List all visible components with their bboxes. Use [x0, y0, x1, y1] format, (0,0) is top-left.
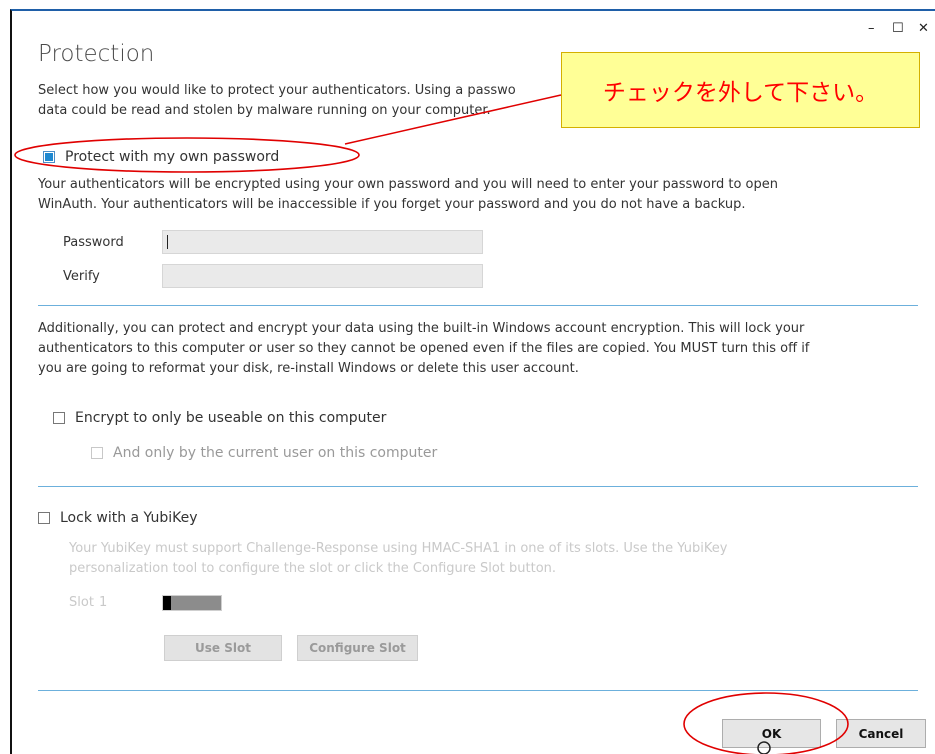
slot-value: 1	[99, 595, 108, 610]
section-divider	[38, 305, 918, 306]
intro-text-line1: Select how you would like to protect you…	[38, 83, 516, 98]
windows-description-line3: you are going to reformat your disk, re-…	[38, 361, 579, 376]
minimize-icon[interactable]: –	[868, 21, 875, 37]
cancel-button[interactable]: Cancel	[836, 719, 926, 748]
password-description-line1: Your authenticators will be encrypted us…	[38, 177, 779, 192]
text-caret	[167, 235, 168, 249]
verify-label: Verify	[63, 269, 100, 284]
encrypt-computer-checkbox[interactable]	[53, 412, 65, 424]
yubikey-checkbox[interactable]	[38, 512, 50, 524]
use-slot-button[interactable]: Use Slot	[164, 635, 282, 661]
section-divider	[38, 486, 918, 487]
annotation-callout: チェックを外して下さい。	[561, 52, 920, 128]
intro-text-line2: data could be read and stolen by malware…	[38, 103, 491, 118]
close-icon[interactable]: ✕	[918, 21, 929, 37]
verify-field[interactable]	[162, 264, 483, 288]
windows-description-line1: Additionally, you can protect and encryp…	[38, 321, 805, 336]
yubikey-description-line1: Your YubiKey must support Challenge-Resp…	[69, 541, 728, 556]
protect-password-checkbox[interactable]	[43, 151, 55, 163]
slot-slider-thumb[interactable]	[163, 596, 171, 610]
yubikey-description-line2: personalization tool to configure the sl…	[69, 561, 557, 576]
slot-label: Slot	[69, 595, 94, 610]
yubikey-label[interactable]: Lock with a YubiKey	[60, 509, 198, 527]
ok-button[interactable]: OK	[722, 719, 821, 748]
configure-slot-button[interactable]: Configure Slot	[297, 635, 418, 661]
current-user-checkbox[interactable]	[91, 447, 103, 459]
password-field[interactable]	[162, 230, 483, 254]
slot-slider[interactable]	[162, 595, 222, 611]
protect-password-label[interactable]: Protect with my own password	[65, 148, 279, 166]
password-description-line2: WinAuth. Your authenticators will be ina…	[38, 197, 746, 212]
windows-description-line2: authenticators to this computer or user …	[38, 341, 810, 356]
current-user-label[interactable]: And only by the current user on this com…	[113, 444, 437, 462]
section-divider	[38, 690, 918, 691]
page-title: Protection	[38, 41, 155, 67]
password-label: Password	[63, 235, 124, 250]
maximize-icon[interactable]: ☐	[892, 21, 904, 37]
encrypt-computer-label[interactable]: Encrypt to only be useable on this compu…	[75, 409, 386, 427]
